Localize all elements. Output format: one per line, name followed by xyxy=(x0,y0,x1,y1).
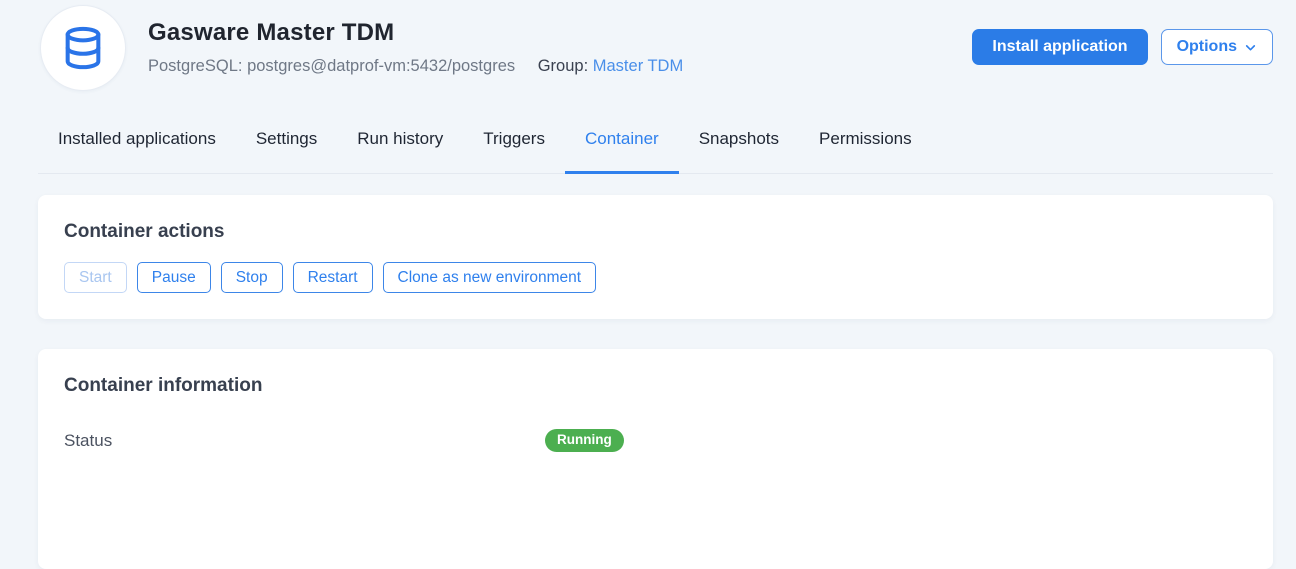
page-title: Gasware Master TDM xyxy=(148,18,683,48)
status-row: Status Running xyxy=(64,429,1247,452)
tab-container[interactable]: Container xyxy=(565,128,679,174)
tab-run-history[interactable]: Run history xyxy=(337,128,463,174)
container-information-title: Container information xyxy=(64,375,1247,397)
container-actions-row: Start Pause Stop Restart Clone as new en… xyxy=(64,262,1247,293)
stop-button[interactable]: Stop xyxy=(221,262,283,293)
container-information-card: Container information Status Running xyxy=(38,349,1273,569)
group-label: Group: xyxy=(538,57,588,75)
tab-permissions[interactable]: Permissions xyxy=(799,128,932,174)
install-application-button[interactable]: Install application xyxy=(972,29,1147,65)
container-actions-title: Container actions xyxy=(64,221,1247,243)
clone-environment-button[interactable]: Clone as new environment xyxy=(383,262,597,293)
status-label: Status xyxy=(64,431,545,451)
pause-button[interactable]: Pause xyxy=(137,262,211,293)
restart-button[interactable]: Restart xyxy=(293,262,373,293)
options-button[interactable]: Options xyxy=(1161,29,1273,65)
options-button-label: Options xyxy=(1177,38,1237,56)
tab-snapshots[interactable]: Snapshots xyxy=(679,128,799,174)
tab-triggers[interactable]: Triggers xyxy=(463,128,565,174)
start-button[interactable]: Start xyxy=(64,262,127,293)
database-icon xyxy=(60,25,106,71)
connection-subtitle: PostgreSQL: postgres@datprof-vm:5432/pos… xyxy=(148,54,683,78)
container-actions-card: Container actions Start Pause Stop Resta… xyxy=(38,195,1273,319)
status-badge: Running xyxy=(545,429,624,452)
tab-installed-applications[interactable]: Installed applications xyxy=(38,128,236,174)
page-header: Gasware Master TDM PostgreSQL: postgres@… xyxy=(40,5,1273,91)
avatar xyxy=(40,5,126,91)
chevron-down-icon xyxy=(1244,41,1257,54)
db-type-label: PostgreSQL: xyxy=(148,57,242,75)
tab-bar: Installed applications Settings Run hist… xyxy=(38,128,1273,174)
tab-settings[interactable]: Settings xyxy=(236,128,337,174)
header-actions: Install application Options xyxy=(972,29,1273,65)
group-link[interactable]: Master TDM xyxy=(593,57,683,75)
db-connection-string: postgres@datprof-vm:5432/postgres xyxy=(247,57,515,75)
